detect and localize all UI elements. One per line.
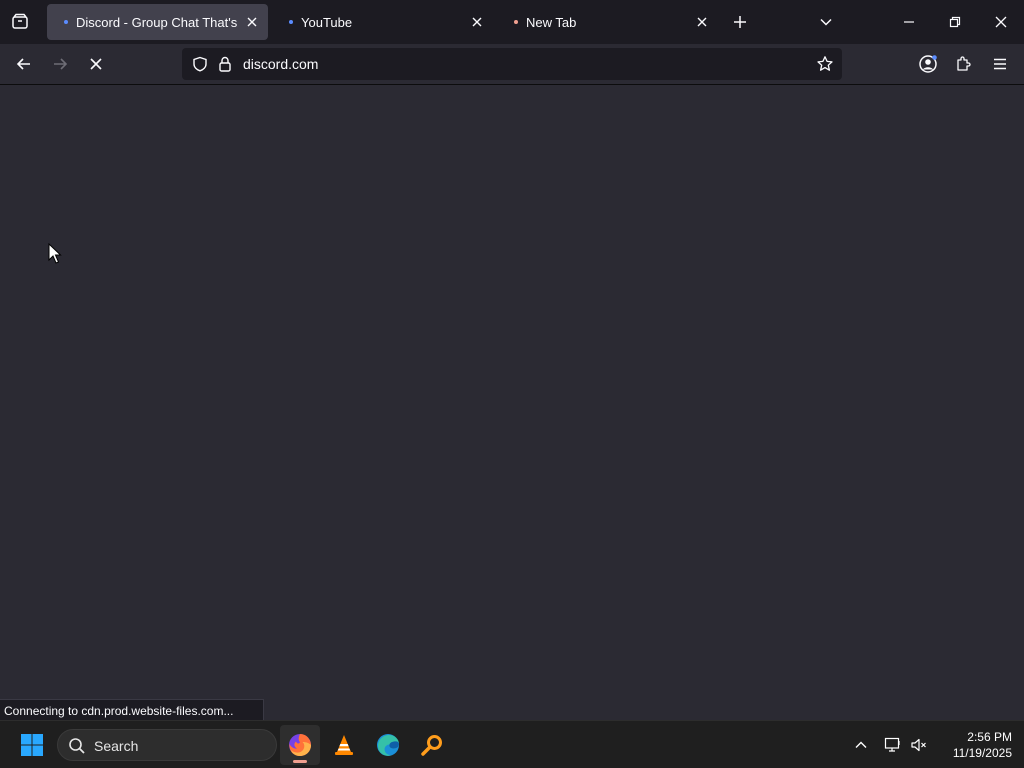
puzzle-icon [957,56,971,71]
tab-close-button[interactable] [690,10,714,34]
tab-overview-button[interactable] [6,8,34,36]
page-content [0,85,1024,720]
clock-time: 2:56 PM [967,730,1012,744]
navigation-toolbar: discord.com [0,44,1024,85]
taskbar: Search 2:56 PM 11/19/2025 [0,720,1024,768]
start-button[interactable] [14,729,50,761]
site-info-button[interactable] [214,52,236,76]
chevron-up-icon [855,741,867,748]
search-app-icon [421,735,442,756]
tab-favicon-dot [514,20,518,24]
arrow-right-icon [54,58,68,70]
tab-new-tab[interactable]: New Tab [497,4,718,40]
taskbar-firefox[interactable] [280,725,320,765]
hamburger-menu-icon [994,58,1006,70]
address-bar[interactable]: discord.com [182,48,842,80]
active-app-indicator [293,760,307,763]
account-icon [919,55,937,73]
system-clock[interactable]: 2:56 PM 11/19/2025 [936,729,1012,761]
back-button[interactable] [8,48,40,80]
tab-title: YouTube [301,14,353,30]
search-placeholder: Search [94,738,139,754]
tab-title: New Tab [526,14,577,30]
restore-button[interactable] [932,0,978,44]
stop-icon [90,58,102,70]
tab-title: Discord - Group Chat That's All [76,14,240,30]
firefox-icon [289,734,311,756]
tracking-protection-button[interactable] [188,52,212,76]
stop-loading-button[interactable] [80,48,112,80]
windows-logo-icon [21,734,43,756]
search-icon [69,738,85,754]
close-icon [472,17,482,27]
tab-manager-icon [12,13,28,29]
tab-strip: Discord - Group Chat That's All YouTube … [0,0,1024,44]
forward-button[interactable] [44,48,76,80]
display-network-icon [884,737,900,752]
tab-close-button[interactable] [465,10,489,34]
app-menu-button[interactable] [984,48,1016,80]
extensions-button[interactable] [948,48,980,80]
screen: Discord - Group Chat That's All YouTube … [0,0,1024,768]
network-status-button[interactable] [880,731,906,759]
restore-icon [949,16,961,28]
close-icon [995,16,1007,28]
tab-favicon-dot [289,20,293,24]
shield-icon [193,56,207,72]
edge-icon [377,734,399,756]
tab-youtube[interactable]: YouTube [272,4,493,40]
taskbar-edge[interactable] [368,725,408,765]
taskbar-search[interactable]: Search [57,729,277,761]
cursor-arrow-icon [48,242,62,264]
minimize-icon [904,21,914,23]
list-all-tabs-button[interactable] [812,8,840,36]
volume-button[interactable] [906,731,932,759]
url-text[interactable]: discord.com [243,56,318,72]
close-window-button[interactable] [978,0,1024,44]
clock-date: 11/19/2025 [952,746,1012,760]
show-hidden-icons-button[interactable] [848,731,874,759]
close-icon [697,17,707,27]
tab-discord[interactable]: Discord - Group Chat That's All [47,4,268,40]
vlc-icon [335,735,353,755]
star-icon [817,56,833,71]
status-panel: Connecting to cdn.prod.website-files.com… [0,699,264,721]
account-button[interactable] [912,48,944,80]
speaker-muted-icon [911,738,926,752]
tab-favicon-dot [64,20,68,24]
new-tab-button[interactable] [726,8,754,36]
taskbar-vlc[interactable] [324,725,364,765]
mouse-cursor [48,242,62,270]
bookmark-button[interactable] [812,51,838,77]
plus-icon [734,16,746,28]
minimize-button[interactable] [886,0,932,44]
lock-icon [219,56,231,72]
arrow-left-icon [16,58,30,70]
tab-close-button[interactable] [240,10,264,34]
taskbar-search-app[interactable] [412,725,452,765]
chevron-down-icon [820,18,832,26]
close-icon [247,17,257,27]
